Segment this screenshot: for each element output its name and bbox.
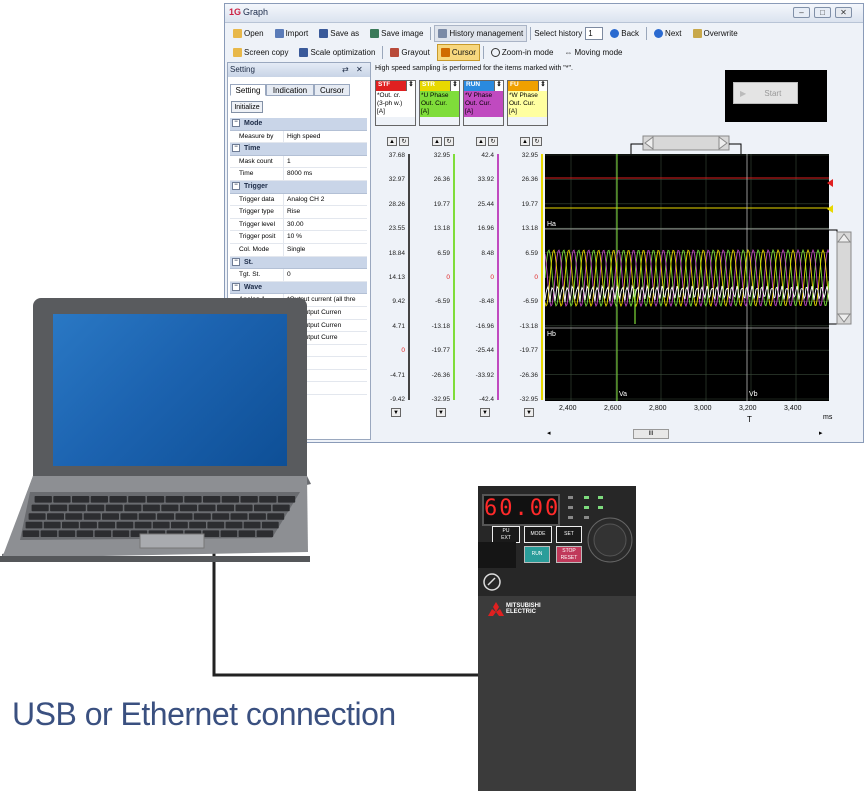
keyboard-key	[58, 530, 76, 537]
keyboard-key	[102, 513, 119, 520]
keyboard-key	[116, 521, 134, 529]
keyboard-key	[112, 530, 130, 537]
pu-ext-button[interactable]: PU EXT	[492, 526, 520, 543]
laptop-display	[53, 314, 287, 466]
keyboard-key	[193, 513, 211, 520]
keyboard-key	[272, 504, 290, 512]
keyboard-key	[248, 513, 266, 520]
keyboard-key	[98, 521, 116, 529]
keyboard-key	[230, 513, 248, 520]
keyboard-key	[50, 504, 68, 512]
keyboard-key	[202, 530, 220, 537]
keyboard-key	[142, 504, 160, 512]
keyboard-key	[53, 496, 71, 503]
keyboard-key	[109, 496, 127, 503]
keyboard-key	[207, 521, 225, 529]
keyboard-key	[83, 513, 101, 520]
keyboard-key	[43, 521, 61, 529]
keyboard-key	[28, 513, 46, 520]
mitsubishi-logo	[488, 602, 504, 616]
keyboard-key	[40, 530, 58, 537]
keyboard-key	[87, 504, 105, 512]
keyboard-key	[259, 496, 277, 503]
keyboard-key	[161, 504, 179, 512]
keyboard-key	[62, 521, 79, 529]
keyboard-key	[254, 504, 272, 512]
keyboard-key	[243, 521, 261, 529]
laptop-base	[0, 476, 311, 562]
keyboard-key	[203, 496, 221, 503]
keyboard-key	[76, 530, 94, 537]
keyboard-key	[179, 504, 197, 512]
keyboard-key	[235, 504, 253, 512]
brand-name: MITSUBISHI ELECTRIC	[506, 603, 541, 615]
keyboard-key	[225, 521, 243, 529]
keyboard-key	[217, 504, 235, 512]
keyboard-key	[220, 530, 238, 537]
keyboard-key	[146, 496, 165, 503]
terminal-cover-icon	[483, 573, 501, 591]
keyboard-key	[105, 504, 123, 512]
keyboard-key	[189, 521, 206, 529]
pu-label: PU	[502, 528, 510, 534]
inverter-body	[478, 596, 636, 791]
keyboard-key	[22, 530, 40, 537]
keyboard-key	[120, 513, 138, 520]
keyboard-key	[165, 496, 183, 503]
keyboard-key	[31, 504, 49, 512]
frequency-display: 60.00	[482, 494, 560, 526]
mode-button[interactable]: MODE	[524, 526, 552, 543]
keyboard-key	[184, 496, 202, 503]
keyboard-key	[34, 496, 52, 503]
keyboard-key	[221, 496, 239, 503]
pu-connector	[478, 542, 516, 568]
keyboard-key	[267, 513, 285, 520]
stop-label: STOP	[562, 548, 576, 554]
keyboard-key	[157, 513, 175, 520]
keyboard-key	[198, 504, 216, 512]
keyboard-key	[277, 496, 296, 503]
keyboard-key	[124, 504, 142, 512]
run-button[interactable]: RUN	[524, 546, 550, 563]
set-button[interactable]: SET	[556, 526, 582, 543]
keyboard-key	[171, 521, 188, 529]
keyboard-key	[212, 513, 230, 520]
keyboard-key	[256, 530, 274, 537]
keyboard-key	[80, 521, 97, 529]
keyboard-key	[128, 496, 146, 503]
keyboard-key	[65, 513, 83, 520]
setting-dial[interactable]	[586, 514, 634, 566]
keyboard-key	[175, 513, 193, 520]
keyboard-key	[134, 521, 152, 529]
keyboard-key	[72, 496, 90, 503]
inverter-device: 60.00 PU EXT MODE SET RUN STOP RESET MITSU…	[478, 486, 636, 791]
brand-line-2: ELECTRIC	[506, 609, 536, 615]
keyboard-key	[94, 530, 112, 537]
reset-label: RESET	[560, 555, 578, 561]
keyboard-key	[138, 513, 156, 520]
keyboard-key	[240, 496, 258, 503]
keyboard-key	[68, 504, 86, 512]
connection-caption: USB or Ethernet connection	[12, 696, 396, 732]
keyboard-key	[25, 521, 43, 529]
keyboard-key	[238, 530, 256, 537]
keyboard-key	[90, 496, 108, 503]
keyboard-key	[47, 513, 64, 520]
ext-label: EXT	[501, 535, 511, 541]
stop-reset-button[interactable]: STOP RESET	[556, 546, 582, 563]
keyboard-key	[261, 521, 279, 529]
keyboard-key	[152, 521, 170, 529]
